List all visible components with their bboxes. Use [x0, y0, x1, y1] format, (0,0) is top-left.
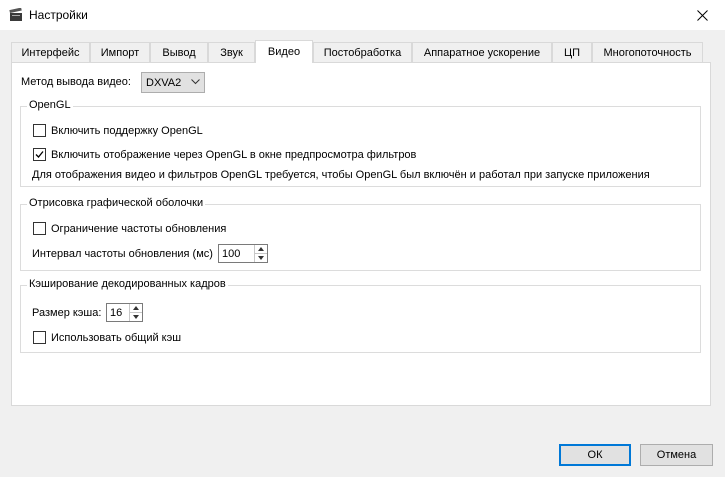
tab-multithreading[interactable]: Многопоточность: [592, 42, 703, 62]
ok-button-label: ОК: [587, 449, 603, 461]
opengl-note: Для отображения видео и фильтров OpenGL …: [32, 169, 650, 181]
spin-up-button[interactable]: [130, 304, 142, 313]
frame-cache-group-title: Кэширование декодированных кадров: [27, 278, 228, 290]
shell-rendering-group: Отрисовка графической оболочки Ограничен…: [20, 197, 701, 271]
spin-down-button[interactable]: [255, 254, 267, 262]
cache-size-label: Размер кэша:: [32, 307, 102, 319]
chevron-down-icon: [191, 79, 200, 85]
limit-refresh-rate-checkbox[interactable]: Ограничение частоты обновления: [33, 222, 226, 235]
enable-opengl-preview-checkbox[interactable]: Включить отображение через OpenGL в окне…: [33, 148, 416, 161]
tab-import[interactable]: Импорт: [90, 42, 150, 62]
shared-cache-label: Использовать общий кэш: [51, 331, 182, 344]
refresh-interval-value: 100: [222, 248, 241, 260]
limit-refresh-rate-label: Ограничение частоты обновления: [51, 222, 227, 235]
triangle-down-icon: [258, 256, 264, 260]
opengl-group: OpenGL Включить поддержку OpenGL Включит…: [20, 99, 701, 187]
video-output-select[interactable]: DXVA2: [141, 72, 205, 93]
clapperboard-icon: [9, 8, 22, 21]
tab-postprocessing[interactable]: Постобработка: [313, 42, 412, 62]
tab-audio[interactable]: Звук: [208, 42, 255, 62]
shell-rendering-group-title: Отрисовка графической оболочки: [27, 197, 206, 209]
shared-cache-checkbox[interactable]: Использовать общий кэш: [33, 331, 181, 344]
tab-interface[interactable]: Интерфейс: [11, 42, 90, 62]
close-button[interactable]: [679, 0, 725, 30]
cancel-button[interactable]: Отмена: [640, 444, 713, 466]
triangle-up-icon: [133, 306, 139, 310]
enable-opengl-preview-label: Включить отображение через OpenGL в окне…: [51, 148, 417, 161]
triangle-up-icon: [258, 247, 264, 251]
tab-cpu[interactable]: ЦП: [552, 42, 592, 62]
cancel-button-label: Отмена: [656, 449, 697, 461]
checkbox-box: [33, 148, 46, 161]
window-title: Настройки: [29, 8, 88, 22]
refresh-interval-spinbox[interactable]: 100: [218, 244, 268, 263]
enable-opengl-checkbox[interactable]: Включить поддержку OpenGL: [33, 124, 203, 137]
ok-button[interactable]: ОК: [559, 444, 631, 466]
close-icon: [696, 9, 708, 21]
spin-buttons: [254, 245, 267, 262]
cache-size-value: 16: [110, 307, 123, 319]
refresh-interval-label: Интервал частоты обновления (мс): [32, 248, 213, 260]
tab-hardware-acceleration[interactable]: Аппаратное ускорение: [412, 42, 552, 62]
checkmark-icon: [35, 151, 44, 158]
opengl-group-title: OpenGL: [27, 99, 73, 111]
video-output-value: DXVA2: [146, 77, 182, 89]
spin-up-button[interactable]: [255, 245, 267, 254]
spin-down-button[interactable]: [130, 313, 142, 321]
tab-output[interactable]: Вывод: [150, 42, 208, 62]
cache-size-spinbox[interactable]: 16: [106, 303, 143, 322]
triangle-down-icon: [133, 315, 139, 319]
checkbox-box: [33, 222, 46, 235]
checkbox-box: [33, 124, 46, 137]
frame-cache-group: Кэширование декодированных кадров Размер…: [20, 278, 701, 353]
video-output-label: Метод вывода видео:: [21, 76, 131, 88]
checkbox-box: [33, 331, 46, 344]
title-bar: Настройки: [0, 0, 725, 30]
video-settings-panel: Метод вывода видео: DXVA2 OpenGL Включит…: [11, 62, 711, 406]
tab-video[interactable]: Видео: [255, 40, 313, 63]
spin-buttons: [129, 304, 142, 321]
enable-opengl-label: Включить поддержку OpenGL: [51, 124, 203, 137]
